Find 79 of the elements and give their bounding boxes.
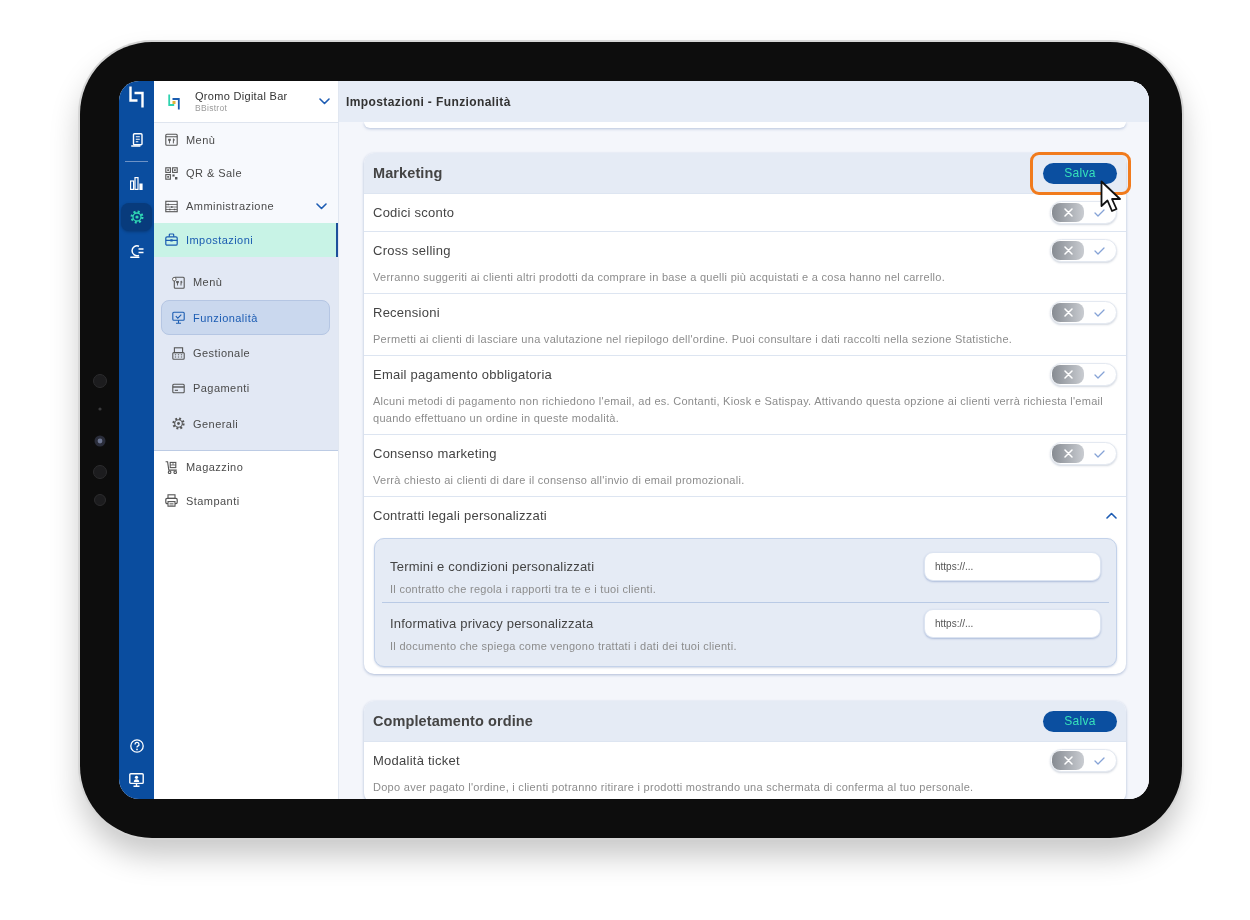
setting-description: Dopo aver pagato l'ordine, i clienti potranno ritirare i prodotti mostrando una schermata di conferma al tuo personale. (373, 780, 975, 795)
help-icon (129, 739, 144, 753)
check-icon (1094, 449, 1105, 458)
chevron-down-icon[interactable] (316, 202, 327, 210)
toggle-switch[interactable] (1050, 239, 1117, 262)
monitor-user-icon (129, 773, 144, 787)
logo-icon (168, 93, 180, 110)
sidebar-item[interactable]: Funzionalità (161, 299, 330, 336)
trolley-icon (165, 460, 178, 474)
bar-chart-icon (130, 176, 143, 190)
section-title: Completamento ordine (373, 713, 533, 729)
sidebar-item[interactable]: Menù (161, 264, 330, 300)
save-button[interactable]: Salva (1043, 162, 1117, 184)
qr-code-icon (165, 166, 178, 180)
setting-label: Codici sconto (373, 205, 455, 220)
x-mark-icon (1052, 241, 1084, 260)
abacus-icon (165, 199, 178, 213)
setting-label: Consenso marketing (373, 446, 497, 461)
check-icon (1094, 208, 1105, 217)
credit-card-icon (172, 381, 185, 395)
setting-label: Email pagamento obbligatoria (373, 367, 552, 382)
chevron-down-icon[interactable] (319, 98, 330, 105)
settings-icon (129, 210, 144, 224)
x-mark-icon (1052, 303, 1084, 322)
menu-card-icon (172, 275, 185, 289)
cash-register-icon (172, 346, 185, 360)
toggle-switch[interactable] (1050, 749, 1117, 772)
venue-name: Qromo Digital Bar (195, 90, 288, 103)
setting-description: Verranno suggeriti ai clienti altri prodotti da comprare in base a quelli più acquistati e a cosa hanno nel carrello. (373, 270, 947, 285)
url-field[interactable]: https://... (924, 609, 1101, 638)
url-field[interactable]: https://... (924, 552, 1101, 581)
save-button[interactable]: Salva (1043, 710, 1117, 732)
sidebar-item[interactable]: Pagamenti (161, 370, 330, 407)
receipt-icon (130, 133, 143, 147)
sidebar-item[interactable]: QR & Sale (154, 156, 338, 190)
check-icon (1094, 246, 1105, 255)
page-title: Impostazioni - Funzionalità (346, 94, 511, 109)
sidebar-item[interactable]: Generali (161, 406, 330, 442)
sidebar-item[interactable]: Impostazioni (154, 223, 338, 257)
setting-description: Alcuni metodi di pagamento non richiedono l'email, ad es. Contanti, Kiosk e Satispay. Attivando questa opzione ai clienti verrà richiesta l'email quando effettuano un ordine in queste modalità. (373, 394, 1105, 426)
field-description: Il documento che spiega come vengono trattati i dati dei tuoi clienti. (390, 639, 738, 654)
briefcase-icon (165, 233, 178, 247)
field-label: Informativa privacy personalizzata (390, 616, 594, 631)
toggle-switch[interactable] (1050, 201, 1117, 224)
x-mark-icon (1052, 444, 1084, 463)
sidebar-item[interactable]: Magazzino (154, 450, 338, 484)
menu-card-icon (165, 133, 178, 147)
check-icon (1094, 370, 1105, 379)
setting-label: Cross selling (373, 243, 451, 258)
chevron-up-icon[interactable] (1106, 512, 1117, 519)
setting-label: Contratti legali personalizzati (373, 508, 547, 523)
toggle-switch[interactable] (1050, 442, 1117, 465)
toggle-switch[interactable] (1050, 363, 1117, 386)
x-mark-icon (1052, 365, 1084, 384)
x-mark-icon (1052, 203, 1084, 222)
setting-description: Permetti ai clienti di lasciare una valutazione nel riepilogo dell'ordine. Puoi consultare i dati raccolti nella sezione Statistiche. (373, 332, 1014, 347)
gear-icon (172, 417, 185, 431)
setting-label: Recensioni (373, 305, 440, 320)
sidebar-item[interactable]: Menù (154, 123, 338, 157)
pointer-cursor-icon (1100, 179, 1122, 213)
logo-icon (129, 86, 144, 108)
sidebar-item[interactable]: Amministrazione (154, 189, 338, 224)
setting-description: Verrà chiesto ai clienti di dare il consenso all'invio di email promozionali. (373, 473, 746, 488)
field-description: Il contratto che regola i rapporti tra te e i tuoi clienti. (390, 582, 657, 597)
check-icon (1094, 308, 1105, 317)
sidebar-item[interactable]: Gestionale (161, 335, 330, 371)
section-title: Marketing (373, 165, 443, 181)
venue-subtitle: BBistrot (195, 103, 228, 113)
monitor-check-icon (172, 311, 185, 325)
field-label: Termini e condizioni personalizzati (390, 559, 595, 574)
check-icon (1094, 756, 1105, 765)
sidebar-item[interactable]: Stampanti (154, 483, 338, 518)
camera-sensors-icon (91, 374, 108, 506)
printer-icon (165, 494, 178, 508)
plug-icon (129, 244, 144, 258)
x-mark-icon (1052, 751, 1084, 770)
nav-button[interactable] (121, 203, 152, 231)
setting-label: Modalità ticket (373, 753, 460, 768)
toggle-switch[interactable] (1050, 301, 1117, 324)
